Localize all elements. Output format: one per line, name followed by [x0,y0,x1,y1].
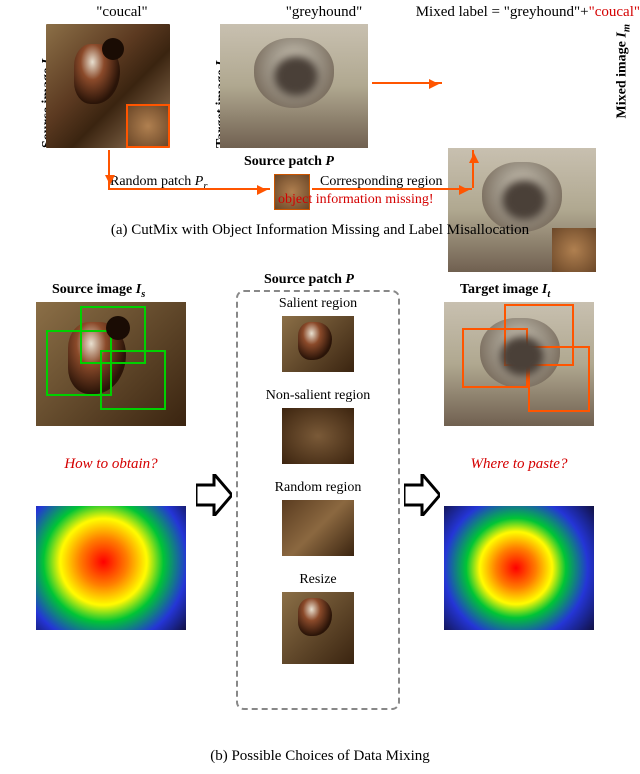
orangebox-3 [528,346,590,412]
heading-target-b-sub: t [547,289,550,300]
label-random-patch-sub: r [203,181,207,192]
caption-b: (b) Possible Choices of Data Mixing [0,748,640,765]
greenbox-3 [100,350,166,410]
label-salient: Salient region [236,296,400,312]
panelb-source-img [36,302,186,426]
label-random: Random region [236,480,400,496]
mixed-suffix: "coucal" [589,4,640,20]
target-image-greyhound [220,24,368,148]
question-obtain: How to obtain? [36,456,186,473]
label-nonsalient: Non-salient region [236,388,400,404]
vlabel-mixed-sub: m [621,24,632,32]
source-image-coucal [46,24,170,148]
heading-patch-b: Source patch P [264,272,354,288]
label-resize: Resize [236,572,400,588]
heading-source-b-text: Source image [52,282,136,297]
vlabel-mixed-text: Mixed image [614,38,629,119]
mixed-prefix: Mixed label = "greyhound"+ [416,4,589,20]
arrow-patch-to-mixed-h [312,188,472,190]
panelb-target-saliency [444,506,594,630]
heading-patch-b-sym: P [345,272,354,287]
panelb-target-img [444,302,594,426]
caption-a: (a) CutMix with Object Information Missi… [0,222,640,239]
arrow-src-to-patch [108,188,270,190]
patch-resize [282,592,354,664]
label-coucal: "coucal" [62,4,182,21]
arrowhead-up-icon [469,148,479,163]
label-random-patch-text: Random patch [110,174,195,189]
patch-random [282,500,354,556]
heading-patch-b-text: Source patch [264,272,345,287]
warning-missing: object information missing! [278,192,434,208]
panelb-source-saliency [36,506,186,630]
orangebox-2 [462,328,528,388]
vlabel-mixed: Mixed image Im [614,24,632,119]
label-source-patch: Source patch P [244,154,334,170]
source-patch-box [126,104,170,148]
label-source-patch-text: Source patch [244,154,325,169]
arrow-right-icon [404,474,440,516]
label-greyhound: "greyhound" [264,4,384,21]
vlabel-mixed-sym: I [614,32,629,37]
heading-source-b-sub: s [141,289,145,300]
patch-nonsalient [282,408,354,464]
arrow-patch-to-mixed-v [472,150,474,188]
mixed-image [448,148,596,272]
heading-source-b: Source image Is [52,282,145,300]
heading-target-b: Target image It [460,282,550,300]
question-paste: Where to paste? [444,456,594,473]
label-mixed: Mixed label = "greyhound"+"coucal" [390,4,640,21]
arrow-target-to-mixed [372,82,442,84]
patch-salient [282,316,354,372]
heading-target-b-text: Target image [460,282,542,297]
arrow-left-icon [196,474,232,516]
label-source-patch-sym: P [325,154,334,169]
arrow-src-down [108,150,110,188]
